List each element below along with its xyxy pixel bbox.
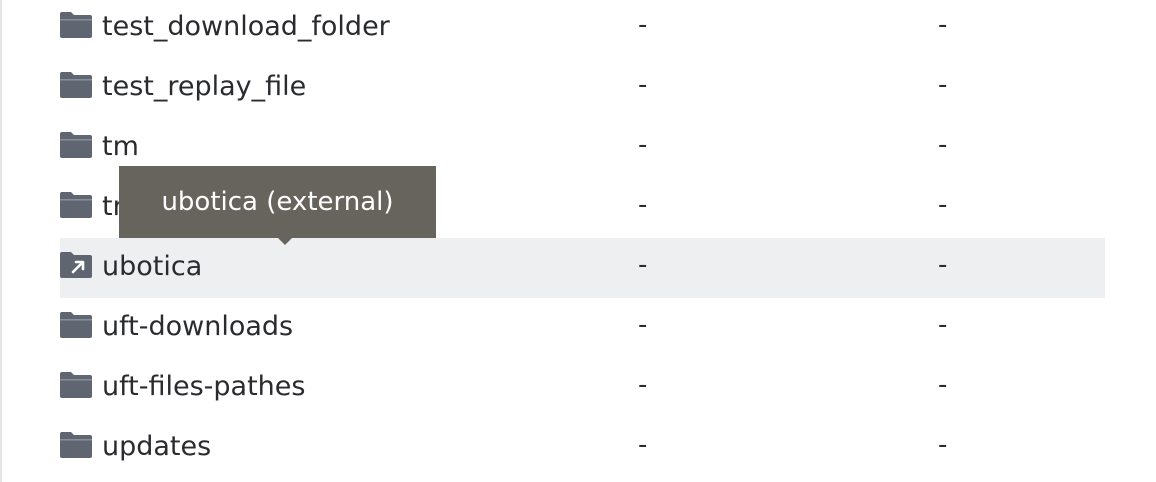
file-row-ubotica[interactable]: ubotica - - — [60, 238, 1105, 298]
file-size: - — [638, 370, 648, 400]
file-name[interactable]: uft-files-pathes — [102, 371, 305, 403]
folder-icon — [60, 312, 92, 338]
folder-icon — [60, 72, 92, 98]
file-size: - — [638, 430, 648, 460]
file-name[interactable]: test_replay_file — [102, 71, 306, 103]
file-list: test_download_folder - - test_replay_fil… — [60, 0, 1105, 478]
file-name[interactable]: tm — [102, 131, 139, 163]
folder-icon — [60, 192, 92, 218]
folder-icon — [60, 432, 92, 458]
file-modified: - — [938, 250, 948, 280]
file-modified: - — [938, 190, 948, 220]
file-modified: - — [938, 370, 948, 400]
file-name[interactable]: ubotica — [102, 251, 202, 283]
file-row-updates[interactable]: updates - - — [60, 418, 1105, 478]
tooltip-arrow — [278, 238, 292, 245]
file-modified: - — [938, 430, 948, 460]
file-row-uft-downloads[interactable]: uft-downloads - - — [60, 298, 1105, 358]
file-size: - — [638, 10, 648, 40]
file-browser: test_download_folder - - test_replay_fil… — [0, 0, 1156, 482]
tooltip: ubotica (external) — [119, 166, 436, 245]
file-modified: - — [938, 130, 948, 160]
file-size: - — [638, 130, 648, 160]
file-name[interactable]: uft-downloads — [102, 311, 293, 343]
file-modified: - — [938, 310, 948, 340]
left-border — [0, 0, 2, 482]
file-size: - — [638, 70, 648, 100]
folder-icon — [60, 132, 92, 158]
folder-icon — [60, 12, 92, 38]
file-name[interactable]: test_download_folder — [102, 11, 390, 43]
file-size: - — [638, 190, 648, 220]
file-size: - — [638, 310, 648, 340]
tooltip-text: ubotica (external) — [161, 187, 394, 217]
external-folder-icon — [60, 252, 92, 278]
file-row-test-replay-file[interactable]: test_replay_file - - — [60, 58, 1105, 118]
file-name[interactable]: updates — [102, 431, 211, 463]
file-modified: - — [938, 70, 948, 100]
file-size: - — [638, 250, 648, 280]
file-row-test-download-folder[interactable]: test_download_folder - - — [60, 0, 1105, 58]
folder-icon — [60, 372, 92, 398]
file-row-uft-files-pathes[interactable]: uft-files-pathes - - — [60, 358, 1105, 418]
file-modified: - — [938, 10, 948, 40]
